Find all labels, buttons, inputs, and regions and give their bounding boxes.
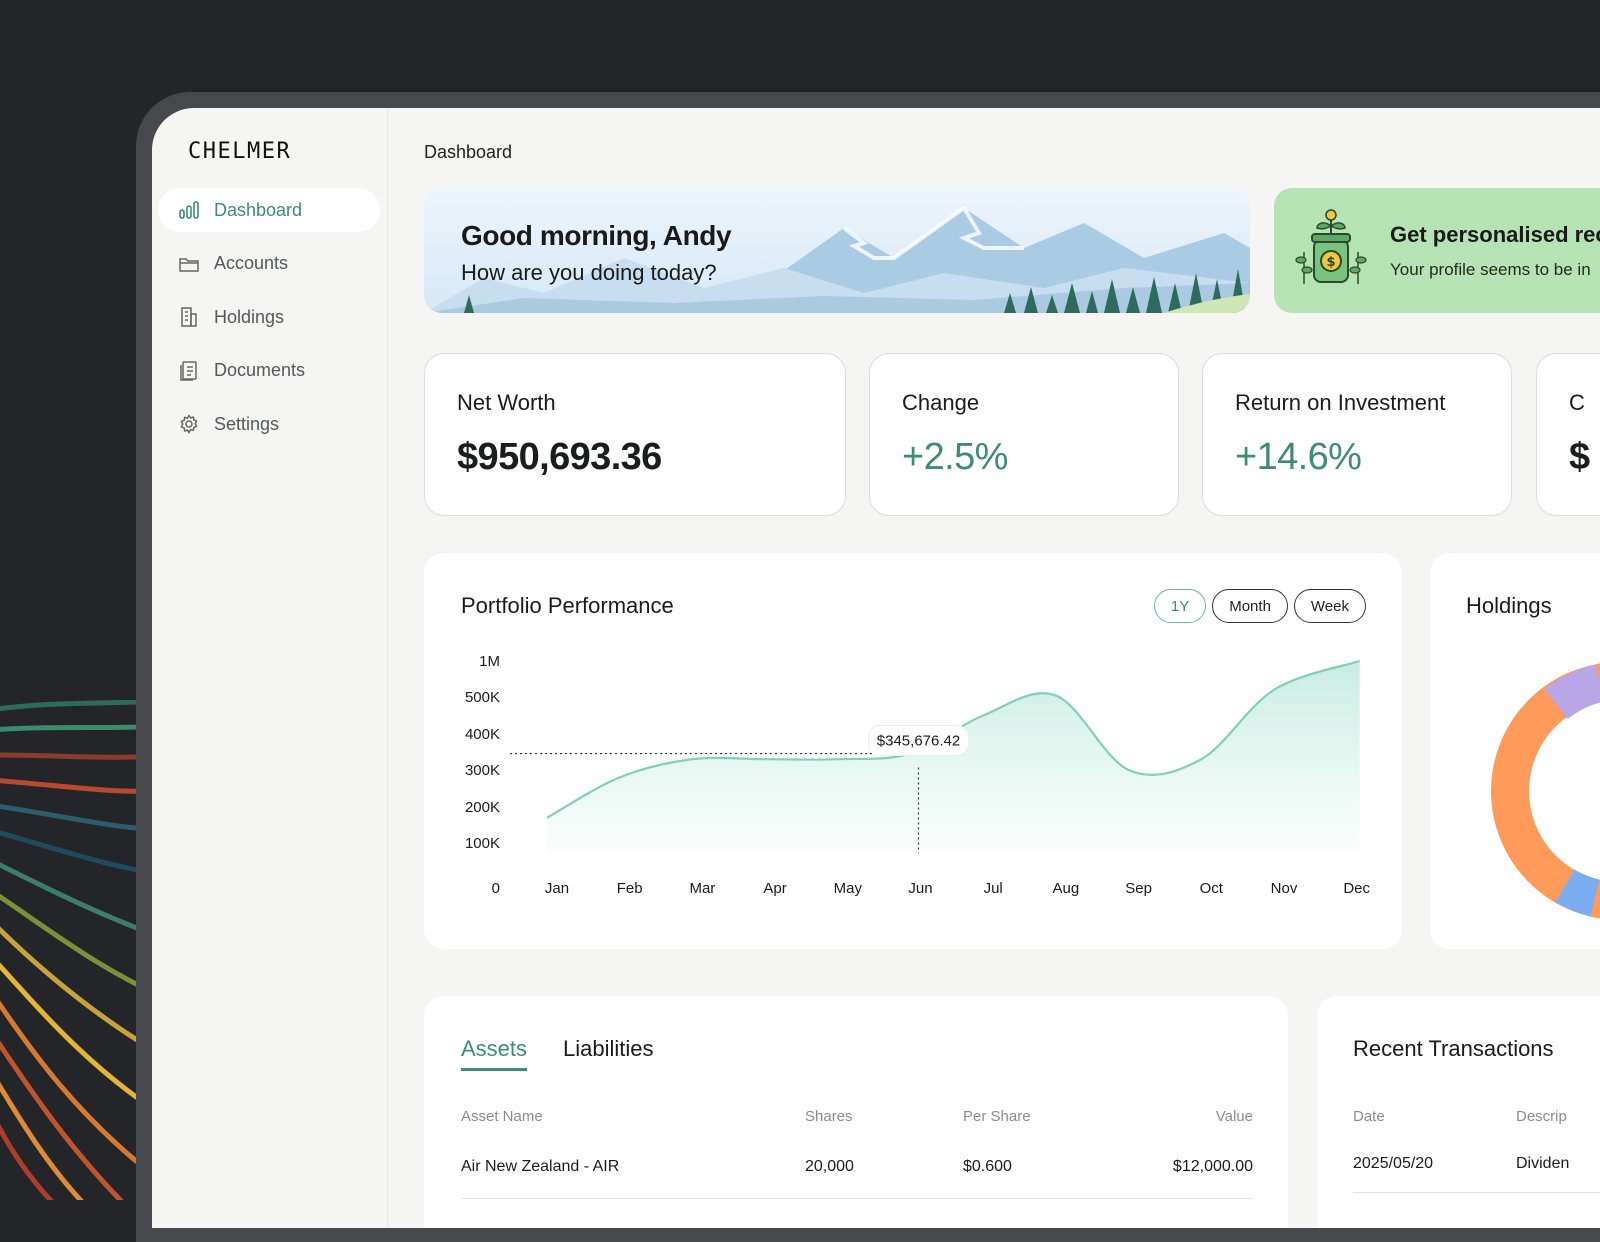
- sidebar-item-settings[interactable]: Settings: [158, 402, 380, 446]
- asset-per-share: $0.600: [963, 1136, 1133, 1199]
- y-tick-label: 200K: [465, 799, 500, 816]
- table-row[interactable]: Air New Zealand - AIR 20,000 $0.600 $12,…: [461, 1136, 1253, 1199]
- y-axis: 0 100K 200K 300K 400K 500K 1M: [465, 653, 500, 897]
- recommendation-subtitle: Your profile seems to be in: [1390, 260, 1591, 279]
- x-tick-label: Feb: [617, 880, 643, 897]
- chelmer-logo: CHELMER: [188, 139, 291, 164]
- column-header[interactable]: Per Share: [963, 1096, 1133, 1136]
- breadcrumb: Dashboard: [424, 142, 513, 162]
- building-icon: [178, 306, 200, 328]
- y-tick-label: 1M: [479, 653, 500, 670]
- x-axis: Jan Feb Mar Apr May Jun Jul Aug Sep Oct Nov Dec: [545, 880, 1371, 897]
- gear-icon: [178, 413, 200, 435]
- recent-transactions-card: Recent Transactions Date Descrip 2025/05…: [1317, 996, 1600, 1228]
- column-header[interactable]: Descrip: [1516, 1096, 1600, 1136]
- x-tick-label: Nov: [1271, 880, 1298, 897]
- sidebar-item-holdings[interactable]: Holdings: [158, 295, 380, 339]
- assets-table: Asset Name Shares Per Share Value Air Ne…: [461, 1096, 1253, 1199]
- sidebar-nav: Dashboard Accounts Holdings Documents Se…: [158, 188, 380, 456]
- stat-card-partial: C $: [1536, 353, 1600, 516]
- greeting-subtitle: How are you doing today?: [461, 260, 717, 285]
- recommendation-title: Get personalised rec: [1390, 222, 1600, 247]
- stat-value: $950,693.36: [457, 436, 662, 478]
- asset-shares: 20,000: [805, 1136, 963, 1199]
- performance-chart: 0100K200K300K400K500K1M Jan Feb Mar Apr May J…: [465, 653, 1371, 897]
- stat-label: C: [1569, 390, 1585, 415]
- x-tick-label: Jun: [908, 880, 932, 897]
- stat-value: $: [1569, 436, 1590, 478]
- portfolio-performance-card: Portfolio Performance 1Y Month Week 0 100…: [424, 553, 1402, 949]
- x-tick-label: Dec: [1343, 880, 1370, 897]
- stat-value: +14.6%: [1235, 436, 1362, 478]
- tooltip-value: $345,676.42: [877, 733, 960, 750]
- sidebar-item-dashboard[interactable]: Dashboard: [158, 188, 380, 232]
- chart-area: [547, 661, 1360, 853]
- sidebar-item-label: Dashboard: [214, 199, 303, 220]
- recommendation-banner[interactable]: $ Get personalised rec Your profile seem…: [1274, 188, 1600, 313]
- assets-card: Assets Liabilities Asset Name Shares Per…: [424, 996, 1288, 1228]
- y-tick-label: 0: [492, 880, 500, 897]
- asset-name: Air New Zealand - AIR: [461, 1136, 805, 1199]
- x-tick-label: Jan: [545, 880, 569, 897]
- x-tick-label: Aug: [1053, 880, 1080, 897]
- sidebar-item-label: Holdings: [214, 306, 285, 327]
- document-icon: [178, 360, 200, 382]
- donut-segment-purple: [1544, 664, 1600, 720]
- stat-value: +2.5%: [902, 436, 1008, 478]
- transactions-title: Recent Transactions: [1353, 1036, 1554, 1061]
- donut-segment-blue: [1555, 869, 1600, 917]
- table-header-row: Asset Name Shares Per Share Value: [461, 1096, 1253, 1136]
- greeting-title: Good morning, Andy: [461, 220, 732, 251]
- sidebar-item-label: Documents: [214, 360, 306, 380]
- y-tick-label: 400K: [465, 726, 500, 743]
- stat-label: Net Worth: [457, 390, 556, 415]
- sidebar: CHELMER Dashboard Accounts Holdings Docu…: [152, 108, 388, 1228]
- sidebar-item-accounts[interactable]: Accounts: [158, 242, 380, 286]
- stat-label: Return on Investment: [1235, 390, 1446, 415]
- money-jar-icon: $: [1295, 209, 1367, 284]
- folder-icon: [178, 253, 200, 275]
- donut-segment-orange: [1491, 663, 1600, 919]
- y-tick-label: 100K: [465, 835, 500, 852]
- app-screen: CHELMER Dashboard Accounts Holdings Docu…: [152, 108, 1600, 1228]
- x-tick-label: May: [834, 880, 863, 897]
- holdings-donut: [1491, 663, 1600, 919]
- x-tick-label: Sep: [1125, 880, 1152, 897]
- sidebar-item-label: Accounts: [214, 253, 289, 273]
- logo-text: CHELMER: [188, 140, 291, 162]
- column-header[interactable]: Asset Name: [461, 1096, 805, 1136]
- x-tick-label: Oct: [1200, 880, 1224, 897]
- tab-assets[interactable]: Assets: [461, 1036, 528, 1071]
- transactions-table: Date Descrip 2025/05/20 Dividen: [1353, 1096, 1600, 1193]
- brand-logo[interactable]: CHELMER: [188, 139, 328, 167]
- x-tick-label: Jul: [984, 880, 1003, 897]
- column-header[interactable]: Value: [1133, 1096, 1253, 1136]
- table-row[interactable]: 2025/05/20 Dividen: [1353, 1136, 1600, 1193]
- change-card: Change +2.5%: [869, 353, 1179, 516]
- transaction-date: 2025/05/20: [1353, 1136, 1516, 1193]
- y-tick-label: 300K: [465, 762, 500, 779]
- chart-tooltip: $345,676.42: [868, 725, 969, 757]
- table-header-row: Date Descrip: [1353, 1096, 1600, 1136]
- asset-value: $12,000.00: [1133, 1136, 1253, 1199]
- column-header[interactable]: Shares: [805, 1096, 963, 1136]
- sidebar-item-documents[interactable]: Documents: [158, 349, 380, 393]
- holdings-card: Holdings: [1430, 553, 1600, 949]
- greeting-banner: Good morning, Andy How are you doing tod…: [424, 188, 1250, 313]
- transaction-description: Dividen: [1516, 1136, 1600, 1193]
- column-header[interactable]: Date: [1353, 1096, 1516, 1136]
- y-tick-label: 500K: [465, 689, 500, 706]
- assets-tabs: Assets Liabilities: [461, 1036, 654, 1071]
- tab-liabilities[interactable]: Liabilities: [563, 1036, 654, 1071]
- x-tick-label: Mar: [689, 880, 715, 897]
- net-worth-card: Net Worth $950,693.36: [424, 353, 846, 516]
- roi-card: Return on Investment +14.6%: [1202, 353, 1512, 516]
- stat-label: Change: [902, 390, 980, 415]
- x-tick-label: Apr: [763, 880, 786, 897]
- svg-text:$: $: [1326, 255, 1335, 270]
- bar-chart-icon: [178, 199, 200, 221]
- sidebar-item-label: Settings: [214, 413, 280, 434]
